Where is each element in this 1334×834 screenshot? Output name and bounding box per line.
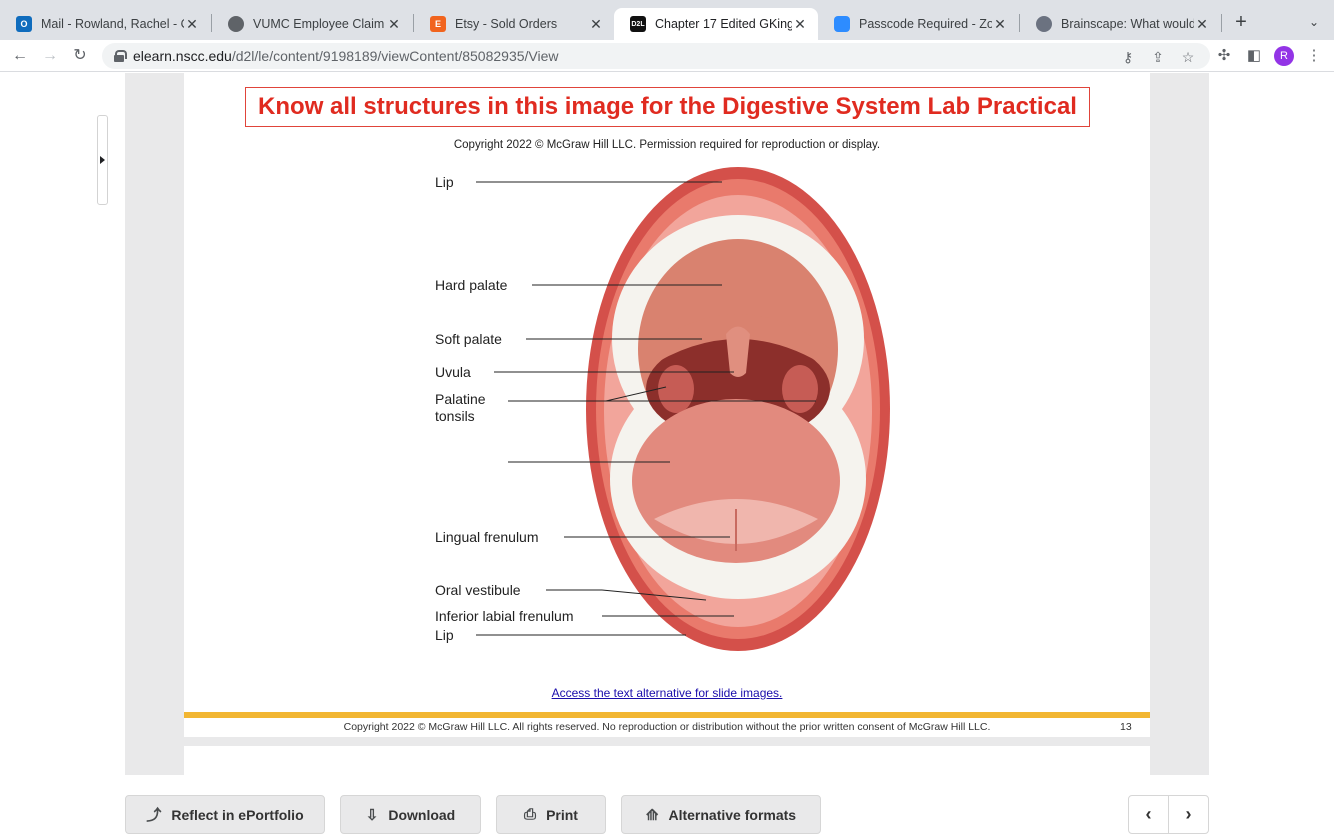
image-copyright: Copyright 2022 © McGraw Hill LLC. Permis… [453,139,881,151]
close-icon[interactable]: ✕ [184,16,200,33]
d2l-icon: D2L [630,16,646,32]
close-icon[interactable]: ✕ [1194,16,1210,33]
tab-title: VUMC Employee Claim [253,17,385,31]
caret-right-icon [100,156,105,164]
outlook-icon: O [16,16,32,32]
alternative-formats-icon: ⟰ [645,806,659,824]
eportfolio-icon: ⤴ [146,807,162,824]
globe-icon [228,16,244,32]
download-label: Download [388,806,456,823]
label-oral-vestibule: Oral vestibule [435,582,521,598]
address-bar[interactable]: elearn.nscc.edu/d2l/le/content/9198189/v… [102,43,1210,69]
zoom-icon [834,16,850,32]
brainscape-icon [1036,16,1052,32]
browser-tab-strip: O Mail - Rowland, Rachel - Ou ✕ VUMC Emp… [0,0,1334,40]
tab-d2l-active[interactable]: D2L Chapter 17 Edited GKing - D ✕ [614,8,818,40]
right-tonsil-shape [782,365,818,413]
url-path: /d2l/le/content/9198189/viewContent/8508… [231,48,559,64]
tab-title: Etsy - Sold Orders [455,17,558,31]
new-tab-plus-icon[interactable]: + [1230,10,1252,34]
url-host: elearn.nscc.edu [133,48,232,64]
kebab-menu-icon[interactable]: ⋮ [1304,46,1324,66]
label-palatine-tonsils-line1: Palatine [435,391,486,407]
bookmark-star-icon[interactable]: ☆ [1178,47,1198,67]
text-alternative-link[interactable]: Access the text alternative for slide im… [184,686,1150,700]
alternative-formats-button[interactable]: ⟰ Alternative formats [621,795,821,834]
page-viewport: Know all structures in this image for th… [0,73,1334,834]
alternative-formats-label: Alternative formats [668,806,797,823]
key-icon[interactable]: ⚷ [1118,47,1138,67]
tab-zoom[interactable]: Passcode Required - Zoom ✕ [818,8,1018,40]
tab-vumc[interactable]: VUMC Employee Claim ✕ [212,8,412,40]
label-palatine-tonsils-line2: tonsils [435,408,475,424]
cloud-download-icon: ⇩ [365,806,379,824]
slide-title: Know all structures in this image for th… [245,87,1090,127]
lock-icon [114,50,127,62]
download-button[interactable]: ⇩ Download [340,795,481,834]
profile-avatar[interactable]: R [1274,46,1294,66]
label-lip-top: Lip [435,174,454,190]
tab-mail[interactable]: O Mail - Rowland, Rachel - Ou ✕ [0,8,210,40]
label-soft-palate: Soft palate [435,331,502,347]
printer-icon: ⎙ [524,806,537,823]
footer-accent-bar [184,712,1150,718]
slide-13: Know all structures in this image for th… [184,73,1150,737]
content-actions-bar: ⤴ Reflect in ePortfolio ⇩ Download ⎙ Pri… [0,775,1334,834]
close-icon[interactable]: ✕ [386,16,402,33]
print-label: Print [546,806,578,823]
slide-footer-copyright: Copyright 2022 © McGraw Hill LLC. All ri… [343,721,991,733]
label-hard-palate: Hard palate [435,277,508,293]
back-arrow-icon[interactable]: ← [8,44,32,68]
close-icon[interactable]: ✕ [992,16,1008,33]
tab-brainscape[interactable]: Brainscape: What would yo ✕ [1020,8,1220,40]
label-inferior-labial-frenulum: Inferior labial frenulum [435,608,574,624]
tab-title: Brainscape: What would yo [1061,17,1194,31]
forward-arrow-icon[interactable]: → [38,44,62,68]
label-lip-bottom: Lip [435,627,454,643]
label-lingual-frenulum: Lingual frenulum [435,529,539,545]
extensions-puzzle-icon[interactable]: ✣ [1214,46,1234,66]
next-slide-preview [184,746,1150,775]
reflect-eportfolio-label: Reflect in ePortfolio [171,806,304,823]
print-button[interactable]: ⎙ Print [496,795,606,834]
share-icon[interactable]: ⇪ [1148,47,1168,67]
mouth-illustration [476,167,890,651]
close-icon[interactable]: ✕ [588,16,604,33]
oral-cavity-figure: Lip Hard palate Soft palate Uvula Palati… [435,159,890,655]
label-uvula: Uvula [435,364,471,380]
tab-title: Chapter 17 Edited GKing - D [655,17,792,31]
tab-etsy[interactable]: E Etsy - Sold Orders ✕ [414,8,614,40]
close-icon[interactable]: ✕ [792,16,808,33]
tab-separator [1221,14,1222,32]
reflect-eportfolio-button[interactable]: ⤴ Reflect in ePortfolio [125,795,325,834]
tab-search-chevron-icon[interactable]: ⌄ [1304,10,1324,34]
browser-toolbar: ← → ↻ elearn.nscc.edu/d2l/le/content/919… [0,40,1334,72]
reload-icon[interactable]: ↻ [68,44,92,68]
slide-page-number: 13 [1120,721,1132,733]
tab-title: Mail - Rowland, Rachel - Ou [41,17,184,31]
next-page-chevron-icon[interactable]: › [1168,795,1209,834]
tab-title: Passcode Required - Zoom [859,17,992,31]
side-panel-icon[interactable]: ◧ [1244,46,1264,66]
etsy-icon: E [430,16,446,32]
previous-page-chevron-icon[interactable]: ‹ [1128,795,1169,834]
sidebar-toggle[interactable] [97,115,108,205]
